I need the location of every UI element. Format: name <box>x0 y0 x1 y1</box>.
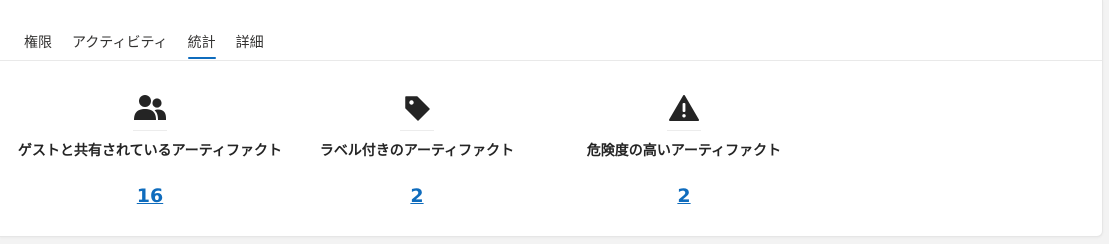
stat-value-link[interactable]: 16 <box>137 185 163 207</box>
stat-guest-shared: ゲストと共有されているアーティファクト 16 <box>0 92 300 207</box>
statistics-panel: 権限 アクティビティ 統計 詳細 ゲストと共有されているアーティファクト 16 … <box>0 0 1103 237</box>
stat-value-link[interactable]: 2 <box>410 185 423 207</box>
stat-label: ラベル付きのアーティファクト <box>319 143 515 159</box>
icon-divider <box>133 130 167 131</box>
warning-icon <box>666 92 702 124</box>
tab-bar: 権限 アクティビティ 統計 詳細 <box>24 33 284 61</box>
people-icon <box>132 92 168 124</box>
stat-label: ゲストと共有されているアーティファクト <box>18 143 282 159</box>
stat-label: 危険度の高いアーティファクト <box>586 143 782 159</box>
stat-high-risk: 危険度の高いアーティファクト 2 <box>534 92 834 207</box>
tag-icon <box>399 92 435 124</box>
tab-statistics[interactable]: 統計 <box>187 33 216 59</box>
stat-labeled: ラベル付きのアーティファクト 2 <box>267 92 567 207</box>
icon-divider <box>400 130 434 131</box>
icon-divider <box>667 130 701 131</box>
tab-divider <box>0 60 1102 61</box>
tab-activity[interactable]: アクティビティ <box>72 33 168 59</box>
stat-value-link[interactable]: 2 <box>677 185 690 207</box>
tab-permissions[interactable]: 権限 <box>24 33 52 59</box>
tab-details[interactable]: 詳細 <box>236 33 264 59</box>
